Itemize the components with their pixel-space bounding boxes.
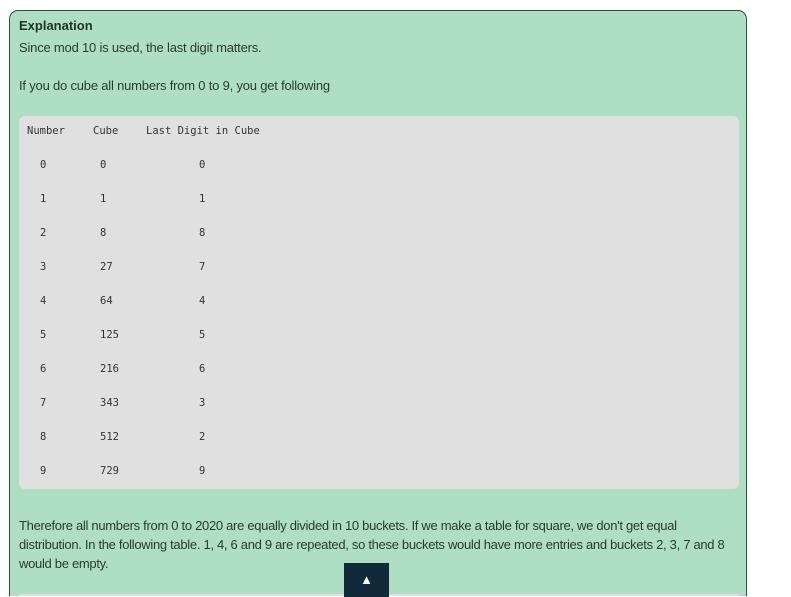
table-cell: 125 <box>100 329 119 341</box>
scroll-to-top-button[interactable]: ▲ <box>344 563 389 597</box>
explanation-line-1: Since mod 10 is used, the last digit mat… <box>19 40 262 55</box>
table-header: Cube <box>93 125 119 137</box>
table-cell: 8 <box>40 431 47 443</box>
table-cell: 64 <box>100 295 113 307</box>
table-cell: 5 <box>40 329 47 341</box>
table-cell: 729 <box>100 465 119 477</box>
explanation-title: Explanation <box>19 18 93 33</box>
table-cell: 1 <box>199 193 206 205</box>
table-cell: 4 <box>199 295 206 307</box>
table-cell: 4 <box>40 295 47 307</box>
table-cell: 9 <box>199 465 206 477</box>
table-cell: 0 <box>199 159 206 171</box>
table-cell: 5 <box>199 329 206 341</box>
table-cell: 2 <box>40 227 47 239</box>
table-cell: 6 <box>40 363 47 375</box>
cube-table-code-block: Number Cube Last Digit in Cube 0 0 0 1 1 1 2 8 8 3 27… <box>19 116 739 489</box>
table-cell: 7 <box>199 261 206 273</box>
table-cell: 512 <box>100 431 119 443</box>
table-cell: 3 <box>199 397 206 409</box>
table-cell: 0 <box>100 159 107 171</box>
table-cell: 8 <box>199 227 206 239</box>
table-cell: 6 <box>199 363 206 375</box>
explanation-panel: Explanation Since mod 10 is used, the la… <box>9 10 747 596</box>
table-cell: 1 <box>100 193 107 205</box>
table-cell: 27 <box>100 261 113 273</box>
table-cell: 8 <box>100 227 107 239</box>
table-cell: 7 <box>40 397 47 409</box>
table-cell: 2 <box>199 431 206 443</box>
table-cell: 216 <box>100 363 119 375</box>
table-cell: 343 <box>100 397 119 409</box>
explanation-line-2: If you do cube all numbers from 0 to 9, … <box>19 78 330 93</box>
table-cell: 9 <box>40 465 47 477</box>
table-cell: 3 <box>40 261 47 273</box>
table-cell: 1 <box>40 193 47 205</box>
table-header: Number <box>27 125 65 137</box>
table-cell: 0 <box>40 159 47 171</box>
table-header: Last Digit in Cube <box>146 125 260 137</box>
arrow-up-icon: ▲ <box>360 572 373 587</box>
